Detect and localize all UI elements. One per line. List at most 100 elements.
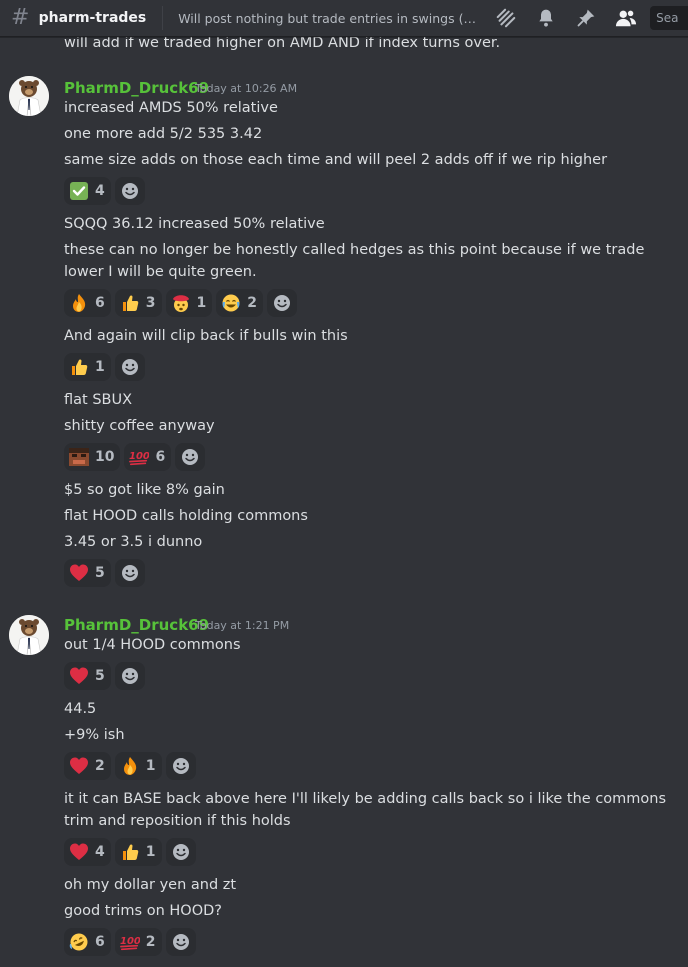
- reaction-hundred[interactable]: 100 2: [114, 928, 162, 956]
- reaction-bar: 10 100 6: [64, 443, 206, 471]
- add-reaction-button[interactable]: [165, 928, 196, 956]
- message-text-line: oh my dollar yen and zt: [64, 877, 237, 893]
- add-reaction-icon: [171, 756, 191, 776]
- message-feed: will add if we traded higher on AMD AND …: [0, 0, 688, 967]
- message-text-line: 44.5: [64, 701, 97, 717]
- rofl-icon: [69, 932, 89, 952]
- member-list-icon[interactable]: [614, 6, 638, 30]
- message-text-line: same size adds on those each time and wi…: [64, 152, 608, 168]
- reaction-bar: 6 3 1 2: [64, 289, 297, 317]
- reaction-bar: 21: [64, 752, 196, 780]
- reaction-bar: 41: [64, 838, 196, 866]
- reaction-heart[interactable]: 5: [64, 559, 111, 587]
- reaction-fire[interactable]: 1: [114, 752, 162, 780]
- add-reaction-button[interactable]: [175, 443, 206, 471]
- reaction-count: 2: [247, 295, 257, 311]
- thumbs-up-icon: [69, 357, 89, 377]
- reaction-custom-face[interactable]: 10: [64, 443, 121, 471]
- add-reaction-button[interactable]: [114, 559, 145, 587]
- add-reaction-button[interactable]: [165, 752, 196, 780]
- message-timestamp[interactable]: Today at 1:21 PM: [195, 616, 289, 636]
- threads-icon[interactable]: [494, 6, 518, 30]
- search-input[interactable]: Sea: [650, 6, 688, 30]
- message-text-line: flat HOOD calls holding commons: [64, 508, 308, 524]
- custom-face-icon: [69, 447, 89, 467]
- hundred-icon: 100: [129, 447, 149, 467]
- reaction-thumbs-up[interactable]: 1: [114, 838, 162, 866]
- heart-icon: [69, 842, 89, 862]
- message-text-line: out 1/4 HOOD commons: [64, 637, 241, 653]
- reaction-count: 2: [95, 758, 105, 774]
- header-divider: [162, 6, 164, 30]
- message-text-line: these can no longer be honestly called h…: [64, 242, 645, 258]
- heart-icon: [69, 756, 89, 776]
- add-reaction-button[interactable]: [267, 289, 297, 317]
- message-author[interactable]: PharmD_Druck69: [64, 615, 209, 635]
- message-text-line: increased AMDS 50% relative: [64, 100, 278, 116]
- channel-name: pharm-trades: [38, 10, 147, 26]
- reaction-heart[interactable]: 2: [64, 752, 111, 780]
- reaction-thumbs-up[interactable]: 1: [64, 353, 111, 381]
- message-text-line: And again will clip back if bulls win th…: [64, 328, 348, 344]
- reaction-count: 4: [95, 844, 105, 860]
- reaction-count: 5: [95, 668, 105, 684]
- add-reaction-button[interactable]: [114, 177, 145, 205]
- reaction-count: 10: [95, 449, 115, 465]
- heart-icon: [69, 666, 89, 686]
- reaction-heart[interactable]: 5: [64, 662, 111, 690]
- reaction-fire[interactable]: 6: [64, 289, 111, 317]
- reaction-bar: 4: [64, 177, 145, 205]
- reaction-bar: 5: [64, 662, 145, 690]
- notification-bell-icon[interactable]: [534, 6, 558, 30]
- channel-topic[interactable]: Will post nothing but trade entries in s…: [178, 11, 478, 26]
- reaction-hundred[interactable]: 100 6: [124, 443, 172, 471]
- add-reaction-button[interactable]: [165, 838, 196, 866]
- hundred-icon: 100: [120, 932, 140, 952]
- joy-icon: [221, 293, 241, 313]
- reaction-rofl[interactable]: 6: [64, 928, 111, 956]
- channel-header: # pharm-trades Will post nothing but tra…: [0, 0, 688, 37]
- add-reaction-icon: [171, 932, 191, 952]
- message-text-line: 3.45 or 3.5 i dunno: [64, 534, 203, 550]
- exploding-head-icon: [171, 293, 191, 313]
- reaction-exploding-head[interactable]: 1: [165, 289, 213, 317]
- add-reaction-icon: [120, 563, 140, 583]
- reaction-joy[interactable]: 2: [216, 289, 263, 317]
- message-text-line: trim and reposition if this holds: [64, 813, 291, 829]
- message-text-line: it it can BASE back above here I'll like…: [64, 791, 667, 807]
- add-reaction-icon: [120, 357, 140, 377]
- reaction-count: 1: [145, 844, 156, 860]
- reaction-count: 6: [95, 295, 105, 311]
- message-author[interactable]: PharmD_Druck69: [64, 78, 209, 98]
- add-reaction-icon: [272, 293, 292, 313]
- reaction-count: 6: [155, 449, 166, 465]
- reaction-count: 1: [95, 359, 105, 375]
- heart-icon: [69, 563, 89, 583]
- thumbs-up-icon: [120, 293, 140, 313]
- avatar[interactable]: [9, 76, 49, 116]
- reaction-white-check-mark[interactable]: 4: [64, 177, 111, 205]
- reaction-bar: 6 100 2: [64, 928, 196, 956]
- reaction-count: 3: [145, 295, 156, 311]
- reaction-heart[interactable]: 4: [64, 838, 111, 866]
- add-reaction-icon: [180, 447, 200, 467]
- message-text-line: SQQQ 36.12 increased 50% relative: [64, 216, 325, 232]
- reaction-count: 5: [95, 565, 105, 581]
- message-text-line: one more add 5/2 535 3.42: [64, 126, 263, 142]
- add-reaction-icon: [171, 842, 191, 862]
- fire-icon: [69, 293, 89, 313]
- channel-hash-icon: #: [11, 5, 30, 30]
- pinned-messages-icon[interactable]: [574, 6, 598, 30]
- message-text-line: flat SBUX: [64, 392, 133, 408]
- message-text-line: +9% ish: [64, 727, 125, 743]
- add-reaction-button[interactable]: [114, 353, 145, 381]
- message-text-line: $5 so got like 8% gain: [64, 482, 225, 498]
- add-reaction-button[interactable]: [114, 662, 145, 690]
- avatar[interactable]: [9, 615, 49, 655]
- message-text-line: lower I will be quite green.: [64, 264, 257, 280]
- fire-icon: [120, 756, 140, 776]
- reaction-thumbs-up[interactable]: 3: [114, 289, 162, 317]
- add-reaction-icon: [120, 181, 140, 201]
- message-timestamp[interactable]: Today at 10:26 AM: [195, 79, 297, 99]
- add-reaction-icon: [120, 666, 140, 686]
